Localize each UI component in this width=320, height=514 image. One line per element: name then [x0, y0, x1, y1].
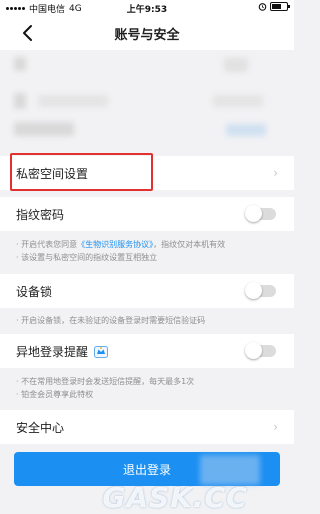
biometric-agreement-link[interactable]: 《生物识别服务协议》 — [77, 240, 153, 249]
row-label-fingerprint: 指纹密码 — [16, 207, 65, 222]
row-device-lock[interactable]: 设备锁 — [0, 274, 294, 308]
watermark: GASK.CC — [102, 481, 248, 514]
row-remote-login-alert[interactable]: 异地登录提醒 — [0, 334, 294, 368]
note-text: · 开启代表您同意 — [16, 240, 78, 249]
fingerprint-note-1: · 开启代表您同意《生物识别服务协议》，指纹仅对本机有效 — [16, 238, 278, 251]
status-bar: 中国电信 4G 上午9:53 — [0, 0, 294, 16]
highlight-box — [10, 153, 153, 191]
remote-login-text: 异地登录提醒 — [16, 344, 89, 359]
device-lock-note: · 开启设备锁，在未验证的设备登录时需要短信验证码 — [16, 316, 206, 325]
remote-login-toggle[interactable] — [245, 342, 276, 359]
device-lock-toggle[interactable] — [245, 282, 276, 299]
page-title: 账号与安全 — [114, 28, 180, 43]
remote-login-note-2: · 铂金会员尊享此特权 — [16, 390, 94, 399]
premium-badge-icon — [93, 345, 108, 358]
row-label-remote-login: 异地登录提醒 — [16, 343, 108, 360]
remote-login-notes: · 不在常用地登录时会发送短信提醒，每天最多1次 · 铂金会员尊享此特权 — [16, 375, 278, 401]
status-right — [258, 2, 290, 11]
chevron-right-icon: › — [273, 166, 278, 180]
note-text: ，指纹仅对本机有效 — [153, 240, 226, 249]
fingerprint-notes: · 开启代表您同意《生物识别服务协议》，指纹仅对本机有效 · 该设置与私密空间的… — [16, 238, 278, 264]
alarm-icon — [258, 3, 267, 11]
row-label-device-lock: 设备锁 — [16, 284, 53, 299]
row-security-center[interactable]: 安全中心 › — [0, 410, 294, 444]
row-fingerprint-password[interactable]: 指纹密码 — [0, 197, 294, 231]
row-label-security-center: 安全中心 — [16, 420, 65, 435]
logout-label: 退出登录 — [122, 462, 171, 477]
remote-login-note-1: · 不在常用地登录时会发送短信提醒，每天最多1次 — [16, 377, 195, 386]
fingerprint-toggle[interactable] — [245, 205, 276, 222]
battery-icon — [270, 2, 290, 11]
status-time: 上午9:53 — [126, 5, 168, 15]
nav-bar: 账号与安全 — [0, 16, 294, 50]
chevron-right-icon: › — [273, 420, 278, 434]
fingerprint-note-2: · 该设置与私密空间的指纹设置互相独立 — [16, 253, 158, 262]
